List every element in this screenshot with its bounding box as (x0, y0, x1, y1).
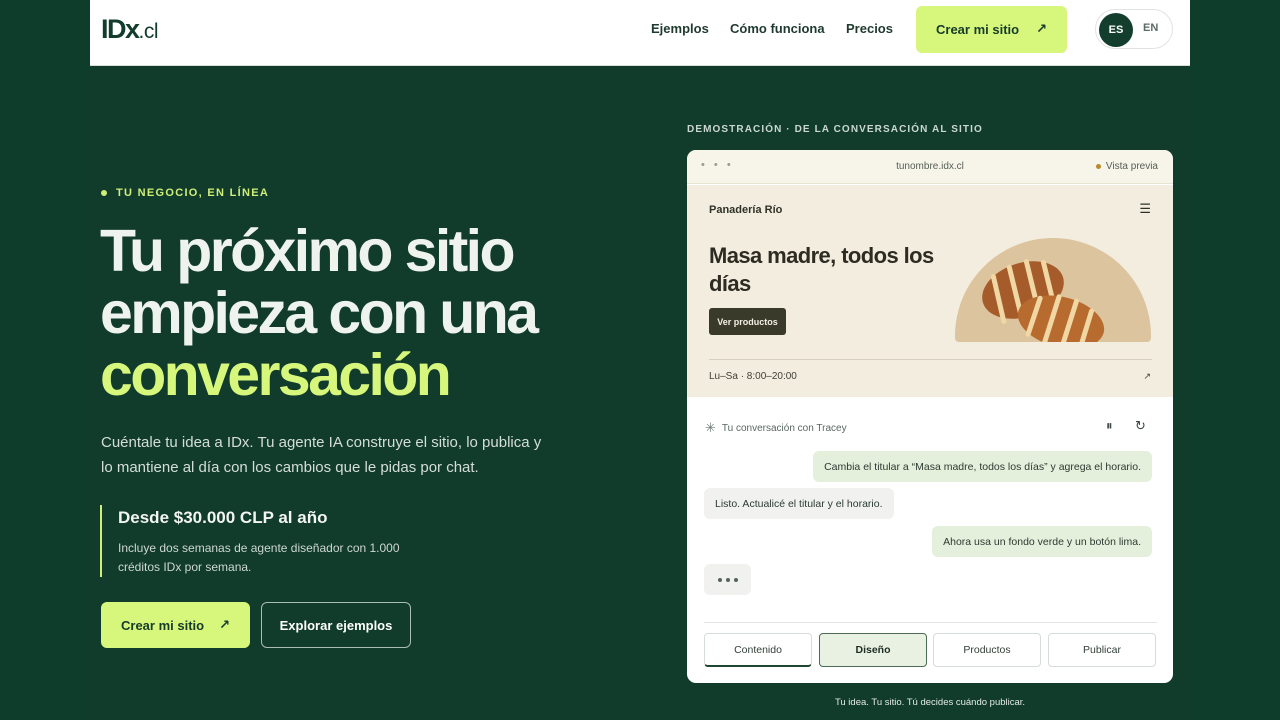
tab-productos[interactable]: Productos (933, 633, 1041, 667)
typing-dot (733, 577, 738, 582)
preview-label: Vista previa (1105, 161, 1158, 172)
chat-title: Tu conversación con Tracey (721, 422, 847, 434)
arrow-up-right-icon: ↗ (1036, 21, 1047, 36)
typing-indicator (704, 564, 751, 595)
site-divider (709, 359, 1152, 360)
site-brand: Panadería Río (709, 204, 783, 216)
bread-illustration (955, 238, 1151, 342)
site-products-button[interactable]: Ver productos (709, 308, 786, 335)
hero-create-site-button[interactable]: Crear mi sitio ↗ (101, 602, 250, 648)
site-headline: Masa madre, todos los días (709, 243, 934, 296)
chat-message-user: Ahora usa un fondo verde y un botón lima… (932, 526, 1152, 557)
tab-publicar[interactable]: Publicar (1048, 633, 1156, 667)
header-create-site-label: Crear mi sitio (936, 22, 1020, 37)
hero-eyebrow: TU NEGOCIO, EN LÍNEA (101, 187, 269, 199)
hero-headline-highlight: conversación (100, 342, 452, 408)
sparkle-icon: ✳ (705, 420, 716, 435)
header-create-site-button[interactable]: Crear mi sitio ↗ (916, 6, 1067, 53)
chat-message-agent: Listo. Actualicé el titular y el horario… (704, 488, 894, 519)
site-preview: Panadería Río ☰ Masa madre, todos los dí… (687, 185, 1173, 397)
preview-status: Vista previa (1095, 161, 1158, 172)
chat-header: ✳ Tu conversación con Tracey (705, 420, 847, 436)
nav-link-como-funciona[interactable]: Cómo funciona (730, 21, 825, 36)
nav-link-ejemplos[interactable]: Ejemplos (651, 21, 709, 36)
site-hours: Lu–Sa · 8:00–20:00 (709, 371, 797, 382)
language-es-button[interactable]: ES (1099, 13, 1133, 47)
restart-icon[interactable]: ↻ (1135, 418, 1146, 434)
tab-diseno[interactable]: Diseño (819, 633, 927, 667)
nav-link-precios[interactable]: Precios (846, 21, 893, 36)
explore-examples-button[interactable]: Explorar ejemplos (261, 602, 411, 648)
bread-loaves-icon (982, 259, 1105, 342)
page-frame: IDx .cl Ejemplos Cómo funciona Precios C… (90, 0, 1190, 720)
logo[interactable]: IDx .cl (101, 14, 159, 45)
language-en-button[interactable]: EN (1143, 22, 1158, 34)
browser-chrome: • • • tunombre.idx.cl Vista previa (687, 150, 1173, 184)
top-navigation: IDx .cl Ejemplos Cómo funciona Precios C… (90, 0, 1190, 66)
hero-create-site-label: Crear mi sitio (121, 617, 205, 633)
tab-contenido[interactable]: Contenido (704, 633, 812, 667)
hamburger-menu-icon[interactable]: ☰ (1139, 201, 1151, 217)
hero-headline: Tu próximo sitio empieza con una convers… (100, 220, 620, 406)
typing-dot (725, 577, 730, 582)
hero-lead-text: Cuéntale tu idea a IDx. Tu agente IA con… (101, 434, 542, 476)
price-title: Desde $30.000 CLP al año (118, 508, 328, 527)
demo-caption: Tu idea. Tu sitio. Tú decides cuándo pub… (834, 697, 1026, 708)
demo-card: • • • tunombre.idx.cl Vista previa Panad… (687, 150, 1173, 683)
chat-message-user: Cambia el titular a “Masa madre, todos l… (813, 451, 1152, 482)
pause-icon[interactable]: ⏸ (1106, 418, 1113, 434)
pricing-callout: Desde $30.000 CLP al año Incluye dos sem… (100, 505, 440, 577)
bullet-dot-icon (101, 190, 107, 196)
logo-main-text: IDx (101, 14, 140, 44)
logo-domain-text: .cl (138, 20, 159, 43)
hero-headline-line-2: empieza con una (100, 280, 539, 346)
chat-divider (704, 622, 1157, 623)
arrow-up-right-icon[interactable]: ↗ (1143, 371, 1151, 382)
hero-eyebrow-text: TU NEGOCIO, EN LÍNEA (116, 187, 270, 199)
status-dot-icon (1095, 164, 1101, 169)
typing-dot (717, 577, 722, 582)
price-description: Incluye dos semanas de agente diseñador … (118, 541, 400, 574)
demo-label: DEMOSTRACIÓN · DE LA CONVERSACIÓN AL SIT… (687, 124, 983, 135)
arrow-up-right-icon: ↗ (219, 617, 230, 632)
language-switcher: ES EN (1095, 9, 1173, 49)
hero-headline-line-1: Tu próximo sitio (100, 218, 516, 284)
